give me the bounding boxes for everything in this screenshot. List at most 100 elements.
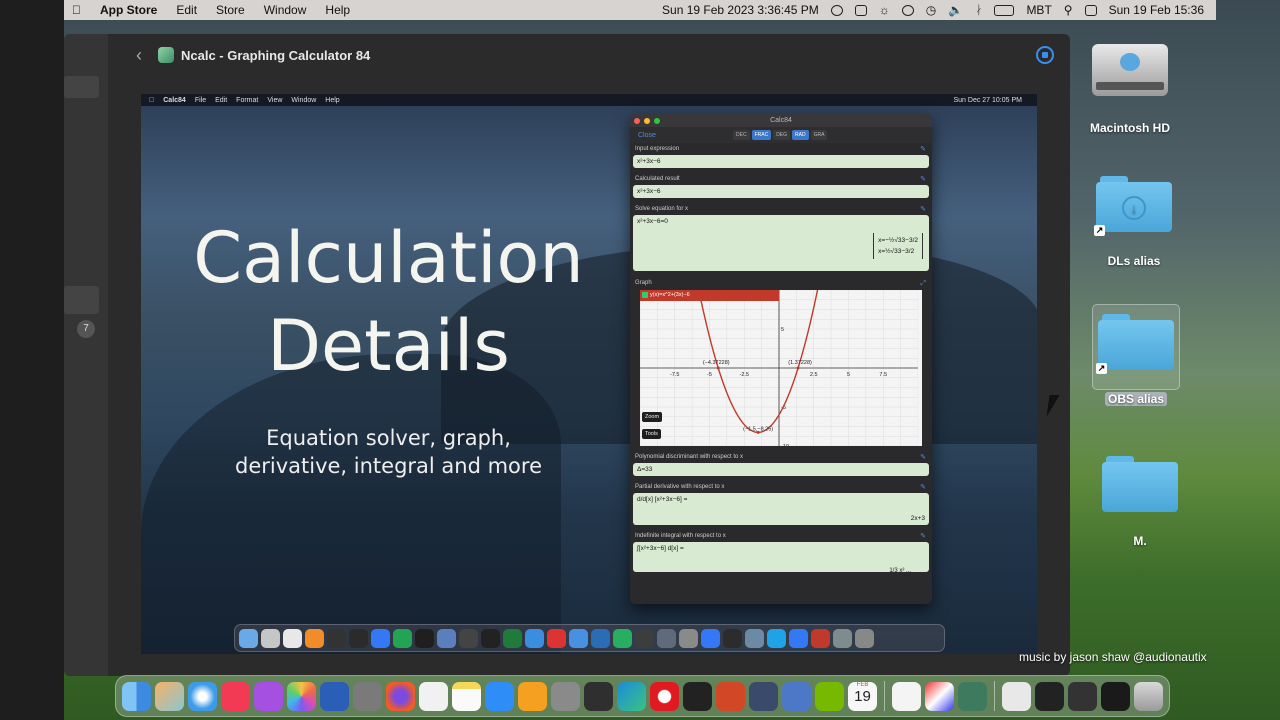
- minimized-window-2[interactable]: [1068, 681, 1097, 711]
- desktop-left-strip: [0, 0, 64, 720]
- menu-window[interactable]: Window: [264, 3, 307, 17]
- notes-icon[interactable]: [452, 681, 481, 711]
- menubar-datetime-left[interactable]: Sun 19 Feb 2023 3:36:45 PM: [662, 3, 819, 17]
- minimized-window-3[interactable]: [1101, 681, 1130, 711]
- screenshot-dock-app-icon: [657, 628, 676, 648]
- expand-icon: ⤢: [920, 280, 926, 287]
- apple-menu-icon[interactable]: : [72, 3, 81, 17]
- screenshot-dock-app-icon: [261, 628, 280, 648]
- discriminant-section-label: Polynomial discriminant with respect to …: [630, 451, 932, 463]
- dock-separator: [994, 681, 995, 711]
- nvidia-icon[interactable]: [815, 681, 844, 711]
- folder-icon: ↗: [1096, 314, 1174, 374]
- m-folder-icon[interactable]: M.: [1100, 456, 1180, 548]
- sidebar-item[interactable]: [64, 76, 99, 98]
- alias-arrow-icon: ↗: [1096, 363, 1107, 374]
- launchpad-icon[interactable]: [155, 681, 184, 711]
- mode-dec: DEC: [733, 130, 750, 140]
- derivative-section-label: Partial derivative with respect to x ✎: [630, 481, 932, 493]
- key-point-label: (−4.37228): [703, 360, 730, 366]
- mode-gra: GRA: [810, 130, 828, 140]
- safari-icon[interactable]: [188, 681, 217, 711]
- finder-icon[interactable]: [122, 681, 151, 711]
- trash-icon[interactable]: [1134, 681, 1163, 711]
- key-point: [716, 366, 720, 370]
- opera-icon[interactable]: [650, 681, 679, 711]
- back-button[interactable]: ‹: [124, 40, 154, 70]
- music-file-icon[interactable]: [1002, 681, 1031, 711]
- graph-section-label: Graph ⤢: [630, 277, 932, 289]
- status-icon-1[interactable]: [830, 4, 843, 16]
- hard-drive-icon: [1092, 44, 1168, 96]
- photos-icon[interactable]: [287, 681, 316, 711]
- calendar-icon[interactable]: FEB 19: [848, 681, 877, 711]
- menu-store[interactable]: Store: [216, 3, 245, 17]
- screenshot-dock-app-icon: [371, 628, 390, 648]
- screenshot-apple-icon: : [149, 97, 154, 104]
- bluetooth-icon[interactable]: ᛅ: [975, 3, 982, 17]
- menubar-datetime-right[interactable]: Sun 19 Feb 15:36: [1109, 3, 1204, 17]
- dock-separator: [884, 681, 885, 711]
- calc-toolbar: Close DEC FRAC DEG RAD GRA: [630, 127, 932, 143]
- input-source-label[interactable]: MBT: [1026, 3, 1051, 17]
- calc-titlebar: Calc84: [630, 114, 932, 127]
- obs-alias-icon[interactable]: ↗ OBS alias: [1096, 314, 1176, 406]
- menu-help[interactable]: Help: [325, 3, 350, 17]
- screenshot-dock-app-icon: [745, 628, 764, 648]
- promo-title-line-1: Calculation: [193, 217, 584, 299]
- spotlight-icon[interactable]: ⚲: [1064, 3, 1073, 17]
- rednotebook-icon[interactable]: [749, 681, 778, 711]
- integral-expression: ∫[x²+3x−6] d[x] =: [637, 545, 684, 552]
- screenshot-dock-app-icon: [723, 628, 742, 648]
- whatsapp-icon[interactable]: [353, 681, 382, 711]
- result-field: x²+3x−6: [633, 185, 929, 198]
- dls-alias-icon[interactable]: ↓ ↗ DLs alias: [1094, 176, 1174, 268]
- battery-icon[interactable]: [994, 4, 1015, 16]
- ncalc-app-icon: [158, 47, 174, 63]
- edge-icon[interactable]: [617, 681, 646, 711]
- control-center-icon[interactable]: [1084, 4, 1097, 16]
- status-icon-2[interactable]: [854, 4, 867, 16]
- derivative-field: d/d[x] [x²+3x−6] = 2x+3: [633, 493, 929, 525]
- screenshot-dock-app-icon: [833, 628, 852, 648]
- activity-monitor-icon[interactable]: [683, 681, 712, 711]
- brightness-icon[interactable]: ☼: [879, 3, 890, 17]
- screenshot-dock-app-icon: [305, 628, 324, 648]
- menu-app-store[interactable]: App Store: [100, 3, 157, 17]
- word-icon[interactable]: [320, 681, 349, 711]
- calendar-recent-icon[interactable]: [892, 681, 921, 711]
- flags-app-icon[interactable]: [925, 681, 954, 711]
- textedit-icon[interactable]: [419, 681, 448, 711]
- system-preferences-icon[interactable]: [551, 681, 580, 711]
- app-store-icon[interactable]: [485, 681, 514, 711]
- mountain-shape: [141, 354, 561, 654]
- books-icon[interactable]: [518, 681, 547, 711]
- sidebar-item[interactable]: [64, 286, 99, 314]
- macintosh-hd-icon[interactable]: Macintosh HD: [1086, 44, 1174, 135]
- screenshot-dock-app-icon: [767, 628, 786, 648]
- status-icon-3[interactable]: [901, 4, 914, 16]
- screenshot-menu-view: View: [262, 96, 282, 104]
- app-store-window: 7 ‹ Ncalc - Graphing Calculator 84  Cal…: [64, 34, 1070, 676]
- music-icon[interactable]: [221, 681, 250, 711]
- affinity-icon[interactable]: [958, 681, 987, 711]
- calc-window: Calc84 Close DEC FRAC DEG RAD GRA Input …: [630, 114, 932, 604]
- firefox-icon[interactable]: [386, 681, 415, 711]
- graph-tools-button: Tools: [642, 429, 661, 439]
- key-point-label: (−1.5,−8.25): [743, 426, 773, 432]
- integral-result: 1/3 x³ ...: [889, 568, 911, 574]
- screenshot-dock-app-icon: [789, 628, 808, 648]
- window-titlebar: ‹ Ncalc - Graphing Calculator 84: [108, 34, 1070, 76]
- minimized-window-1[interactable]: [1035, 681, 1064, 711]
- legend-label: y(x)=x^2+(3x)−6: [650, 292, 690, 298]
- download-progress-icon[interactable]: [1036, 46, 1054, 64]
- solve-section-label: Solve equation for x ✎: [630, 203, 932, 215]
- powerpoint-icon[interactable]: [716, 681, 745, 711]
- menu-edit[interactable]: Edit: [176, 3, 197, 17]
- obs-icon[interactable]: [584, 681, 613, 711]
- time-machine-icon[interactable]: ◷: [926, 3, 936, 17]
- screens-icon[interactable]: [782, 681, 811, 711]
- podcasts-icon[interactable]: [254, 681, 283, 711]
- legend-check-icon: [642, 291, 648, 298]
- volume-icon[interactable]: 🔈: [948, 3, 963, 17]
